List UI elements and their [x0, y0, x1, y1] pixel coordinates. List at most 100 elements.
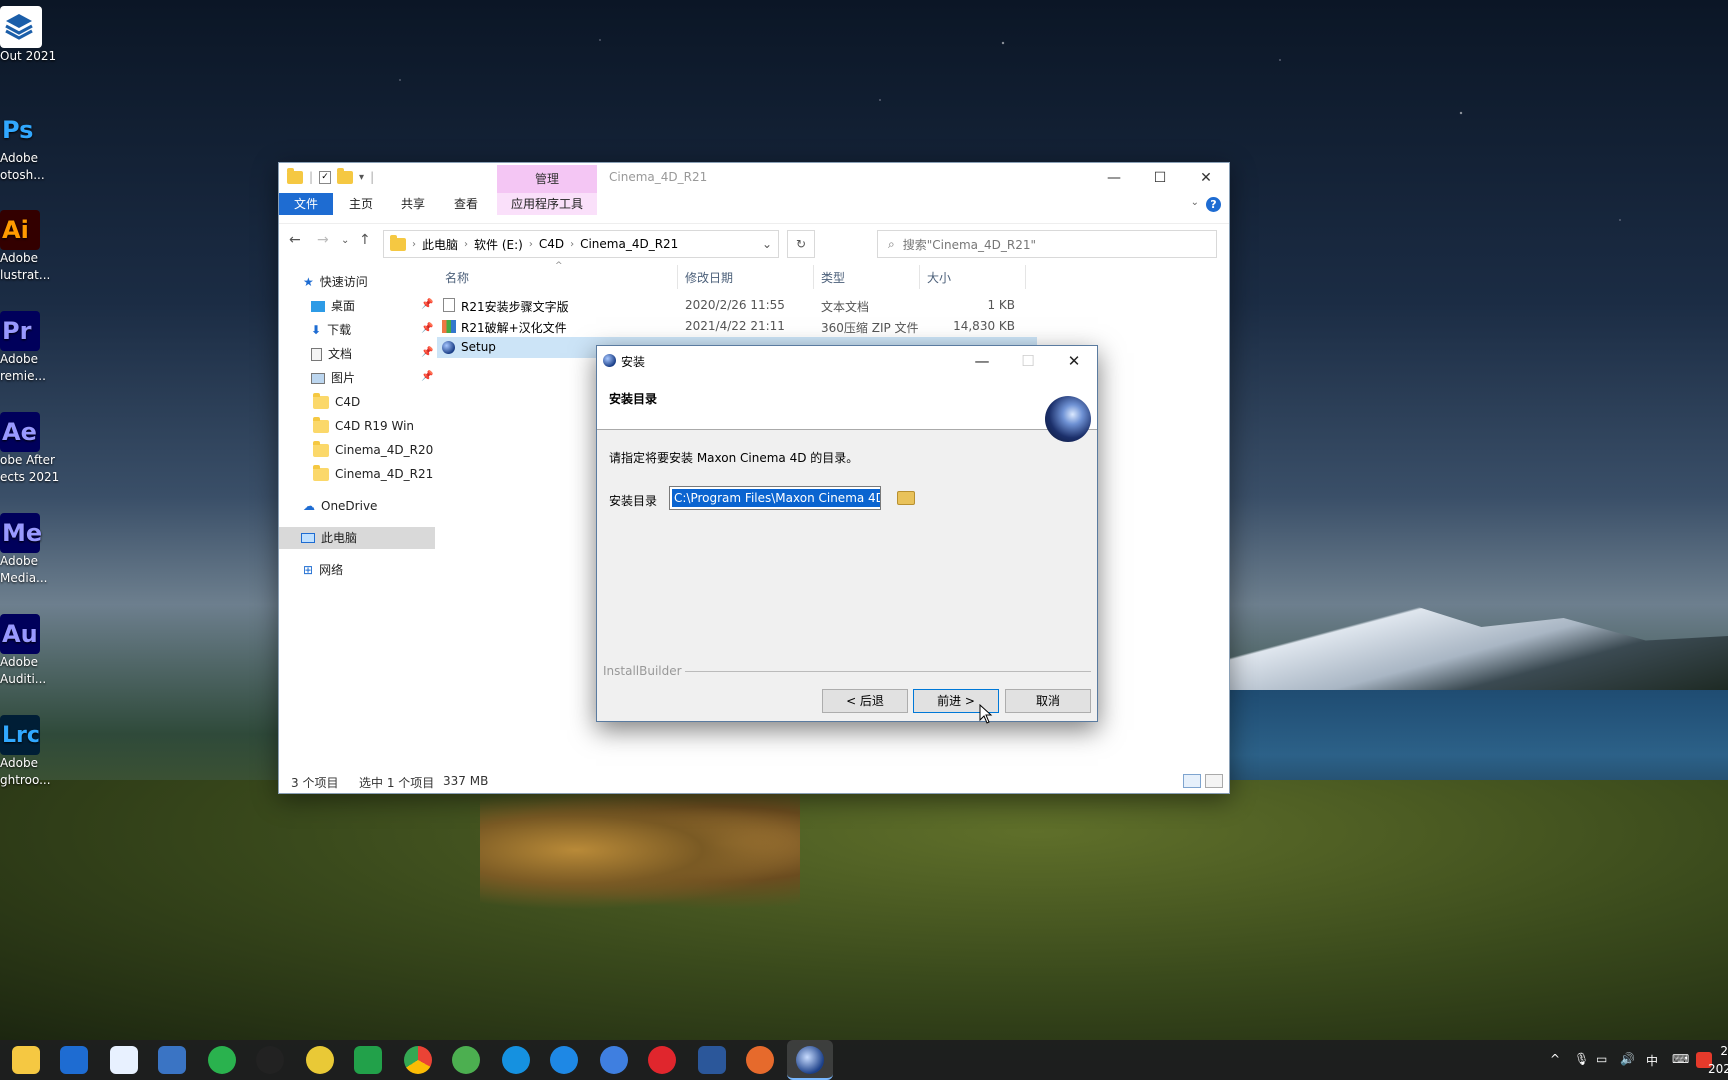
- properties-icon[interactable]: ✓: [319, 170, 332, 184]
- desktop-icon-audition[interactable]: Au Adobe Auditi...: [0, 614, 60, 688]
- column-date[interactable]: 修改日期: [685, 269, 733, 286]
- control-panel-icon[interactable]: [110, 1046, 138, 1074]
- computer-icon: [301, 533, 315, 543]
- minimize-icon[interactable]: —: [1091, 163, 1137, 193]
- nav-quick-access[interactable]: ★ 快速访问: [303, 271, 368, 293]
- details-view-icon[interactable]: [1183, 774, 1201, 788]
- nav-network[interactable]: ⊞ 网络: [303, 559, 343, 581]
- nav-this-pc[interactable]: 此电脑: [279, 527, 435, 549]
- tab-view[interactable]: 查看: [441, 193, 491, 215]
- opera-icon[interactable]: [648, 1046, 676, 1074]
- breadcrumb-c4d[interactable]: C4D: [539, 237, 564, 251]
- blue-app-icon[interactable]: [600, 1046, 628, 1074]
- desktop-icon-photoshop[interactable]: Ps Adobe otosh...: [0, 110, 60, 184]
- desktop-icon-after-effects[interactable]: Ae obe After ects 2021: [0, 412, 60, 486]
- search-input[interactable]: ⌕ 搜索"Cinema_4D_R21": [877, 230, 1217, 258]
- install-dir-input[interactable]: C:\Program Files\Maxon Cinema 4D: [669, 486, 881, 510]
- folder-icon[interactable]: [287, 167, 303, 184]
- word-icon[interactable]: [698, 1046, 726, 1074]
- volume-icon[interactable]: 🔊: [1620, 1052, 1635, 1066]
- nav-folder-c4d-r19[interactable]: C4D R19 Win: [313, 415, 414, 437]
- nav-label: 文档: [328, 347, 353, 361]
- nav-onedrive[interactable]: ☁ OneDrive: [303, 495, 377, 517]
- column-type[interactable]: 类型: [821, 269, 845, 286]
- chevron-up-icon[interactable]: ^: [1550, 1052, 1560, 1066]
- network-tray-icon[interactable]: ▭: [1596, 1052, 1607, 1066]
- folder-icon: [313, 416, 329, 433]
- media-player-icon[interactable]: [158, 1046, 186, 1074]
- nav-folder-cinema-r21[interactable]: Cinema_4D_R21: [313, 463, 433, 485]
- pin-icon[interactable]: 📌: [421, 371, 433, 382]
- new-folder-icon[interactable]: [337, 167, 354, 184]
- pin-icon[interactable]: 📌: [421, 347, 433, 358]
- pin-icon[interactable]: 📌: [421, 323, 433, 334]
- tab-home[interactable]: 主页: [337, 193, 385, 215]
- cloud-icon: ☁: [303, 499, 315, 513]
- close-icon[interactable]: ✕: [1051, 346, 1097, 376]
- tab-share[interactable]: 共享: [389, 193, 437, 215]
- forward-arrow-icon[interactable]: →: [317, 232, 329, 248]
- column-divider[interactable]: [677, 265, 678, 289]
- firefox-icon[interactable]: [746, 1046, 774, 1074]
- column-divider[interactable]: [813, 265, 814, 289]
- table-row[interactable]: R21安装步骤文字版 2020/2/26 11:55 文本文档 1 KB: [437, 295, 1037, 316]
- ie-icon[interactable]: [550, 1046, 578, 1074]
- chrome-icon[interactable]: [404, 1046, 432, 1074]
- desktop-icon-lightroom-classic[interactable]: Lrc Adobe ghtroo...: [0, 715, 60, 789]
- edge-icon[interactable]: [502, 1046, 530, 1074]
- tab-application-tools[interactable]: 应用程序工具: [497, 193, 597, 215]
- back-arrow-icon[interactable]: ←: [289, 232, 301, 248]
- nav-documents[interactable]: 文档: [311, 343, 352, 365]
- yellow-app-icon[interactable]: [306, 1046, 334, 1074]
- customize-toolbar-icon[interactable]: ▾: [359, 172, 364, 183]
- manage-tab[interactable]: 管理: [497, 165, 597, 193]
- help-icon[interactable]: ?: [1206, 197, 1221, 212]
- desktop-icon-illustrator[interactable]: Ai Adobe lustrat...: [0, 210, 60, 284]
- breadcrumb-current[interactable]: Cinema_4D_R21: [580, 237, 678, 251]
- nav-desktop[interactable]: 桌面: [311, 295, 355, 317]
- cinema4d-installer-taskbar-button[interactable]: [787, 1040, 833, 1080]
- browse-folder-icon[interactable]: [897, 491, 915, 505]
- desktop-icon-sketchup-layout[interactable]: Out 2021: [0, 6, 60, 65]
- minimize-icon[interactable]: —: [959, 346, 1005, 376]
- address-bar[interactable]: › 此电脑 › 软件 (E:) › C4D › Cinema_4D_R21 ⌄: [383, 230, 779, 258]
- mail-icon[interactable]: [60, 1046, 88, 1074]
- cancel-button[interactable]: 取消: [1005, 689, 1091, 713]
- maximize-icon[interactable]: ☐: [1137, 163, 1183, 193]
- pin-icon[interactable]: 📌: [421, 299, 433, 310]
- recent-locations-icon[interactable]: ⌄: [341, 235, 349, 246]
- back-button[interactable]: < 后退: [822, 689, 908, 713]
- refresh-icon[interactable]: ↻: [787, 230, 815, 258]
- nav-pictures[interactable]: 图片: [311, 367, 355, 389]
- column-divider[interactable]: [919, 265, 920, 289]
- microphone-icon[interactable]: 🎙: [1574, 1052, 1589, 1066]
- tab-file[interactable]: 文件: [279, 193, 333, 215]
- nav-folder-cinema-r20[interactable]: Cinema_4D_R20: [313, 439, 433, 461]
- nav-downloads[interactable]: ⬇ 下载: [311, 319, 351, 341]
- breadcrumb-this-pc[interactable]: 此电脑: [422, 236, 458, 253]
- expand-ribbon-icon[interactable]: ⌄: [1191, 197, 1199, 208]
- keyboard-icon[interactable]: ⌨: [1672, 1052, 1689, 1066]
- desktop-icon-media-encoder[interactable]: Me Adobe Media...: [0, 513, 60, 587]
- nav-label: 桌面: [331, 299, 356, 313]
- nav-folder-c4d[interactable]: C4D: [313, 391, 360, 413]
- qq-icon[interactable]: [256, 1046, 284, 1074]
- close-icon[interactable]: ✕: [1183, 163, 1229, 193]
- large-icons-view-icon[interactable]: [1205, 774, 1223, 788]
- breadcrumb-drive[interactable]: 软件 (E:): [474, 236, 523, 253]
- wechat-icon[interactable]: [208, 1046, 236, 1074]
- table-row[interactable]: R21破解+汉化文件 2021/4/22 21:11 360压缩 ZIP 文件 …: [437, 316, 1037, 337]
- chevron-down-icon[interactable]: ⌄: [762, 237, 772, 251]
- file-explorer-icon[interactable]: [12, 1046, 40, 1074]
- ime-indicator[interactable]: 中: [1646, 1052, 1658, 1069]
- column-divider[interactable]: [1025, 265, 1026, 289]
- column-name[interactable]: 名称: [445, 269, 469, 286]
- title-bar[interactable]: | ✓ ▾ | 管理 Cinema_4D_R21 — ☐ ✕: [279, 163, 1229, 193]
- dialog-title-bar[interactable]: 安装 — ☐ ✕: [597, 346, 1097, 376]
- green-browser-icon[interactable]: [452, 1046, 480, 1074]
- column-size[interactable]: 大小: [927, 269, 951, 286]
- green-c-app-icon[interactable]: [354, 1046, 382, 1074]
- desktop-icon-premiere[interactable]: Pr Adobe remie...: [0, 311, 60, 385]
- up-arrow-icon[interactable]: ↑: [359, 232, 371, 248]
- clock[interactable]: 2 202: [1708, 1042, 1728, 1078]
